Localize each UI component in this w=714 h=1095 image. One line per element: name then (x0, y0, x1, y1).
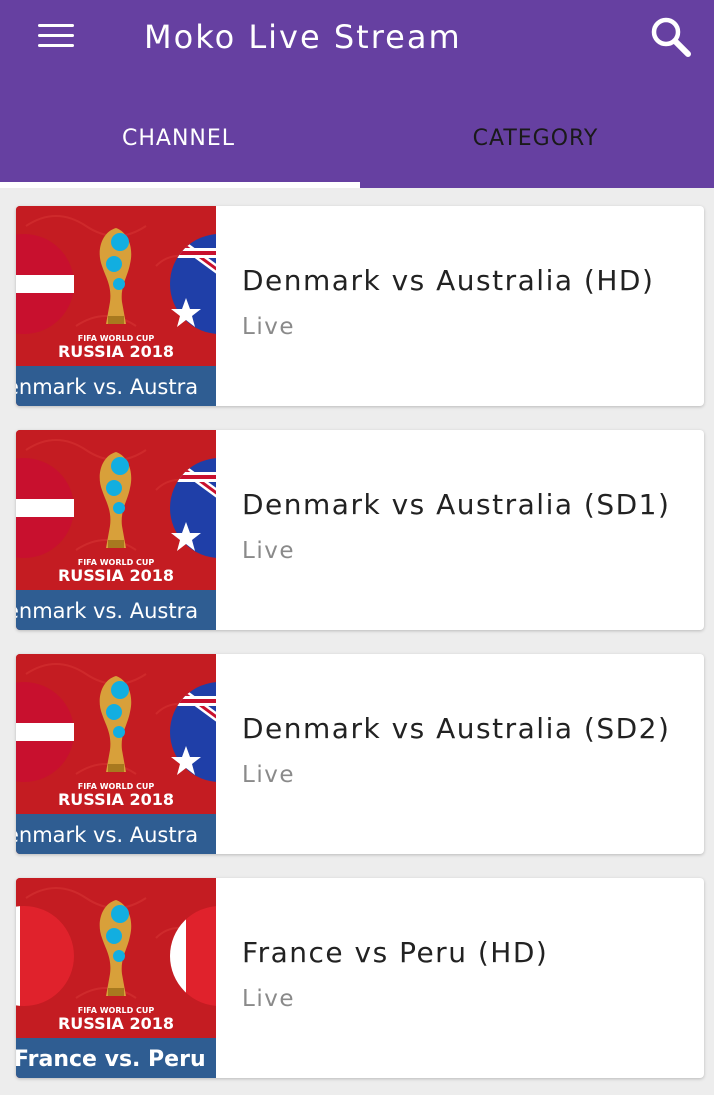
channel-thumbnail: FIFA WORLD CUP RUSSIA 2018 enmark vs. Au… (16, 206, 216, 406)
channel-card[interactable]: FIFA WORLD CUP RUSSIA 2018 enmark vs. Au… (16, 430, 704, 630)
channel-title: Denmark vs Australia (SD1) (242, 488, 671, 521)
tab-bar: CHANNEL CATEGORY (0, 98, 714, 188)
tab-channel[interactable]: CHANNEL (0, 98, 357, 188)
thumb-edition-text: RUSSIA 2018 (58, 790, 174, 809)
tab-selected-indicator (0, 182, 360, 188)
channel-card[interactable]: FIFA WORLD CUP RUSSIA 2018 enmark vs. Au… (16, 654, 704, 854)
channel-card[interactable]: FIFA WORLD CUP RUSSIA 2018 France vs. Pe… (16, 878, 704, 1078)
tab-channel-label: CHANNEL (121, 126, 236, 151)
search-icon[interactable] (648, 14, 694, 60)
app-title: Moko Live Stream (144, 18, 462, 56)
thumb-edition-text: RUSSIA 2018 (58, 1014, 174, 1033)
channel-status: Live (242, 538, 295, 564)
channel-thumbnail: FIFA WORLD CUP RUSSIA 2018 enmark vs. Au… (16, 430, 216, 630)
channel-title: Denmark vs Australia (SD2) (242, 712, 671, 745)
channel-status: Live (242, 314, 295, 340)
channel-thumbnail: FIFA WORLD CUP RUSSIA 2018 enmark vs. Au… (16, 654, 216, 854)
channel-status: Live (242, 762, 295, 788)
thumb-caption: enmark vs. Austra (16, 375, 198, 399)
tab-category[interactable]: CATEGORY (357, 98, 714, 188)
channel-card[interactable]: FIFA WORLD CUP RUSSIA 2018 enmark vs. Au… (16, 206, 704, 406)
channel-title: Denmark vs Australia (HD) (242, 264, 655, 297)
hamburger-menu-icon[interactable] (34, 18, 78, 54)
channel-status: Live (242, 986, 295, 1012)
app-bar: Moko Live Stream CHANNEL CATEGORY (0, 0, 714, 188)
thumb-caption: enmark vs. Austra (16, 823, 198, 847)
channel-thumbnail: FIFA WORLD CUP RUSSIA 2018 France vs. Pe… (16, 878, 216, 1078)
thumb-caption: enmark vs. Austra (16, 599, 198, 623)
tab-category-label: CATEGORY (472, 126, 599, 151)
channel-title: France vs Peru (HD) (242, 936, 549, 969)
thumb-caption: France vs. Peru (16, 1047, 206, 1072)
thumb-edition-text: RUSSIA 2018 (58, 342, 174, 361)
thumb-edition-text: RUSSIA 2018 (58, 566, 174, 585)
